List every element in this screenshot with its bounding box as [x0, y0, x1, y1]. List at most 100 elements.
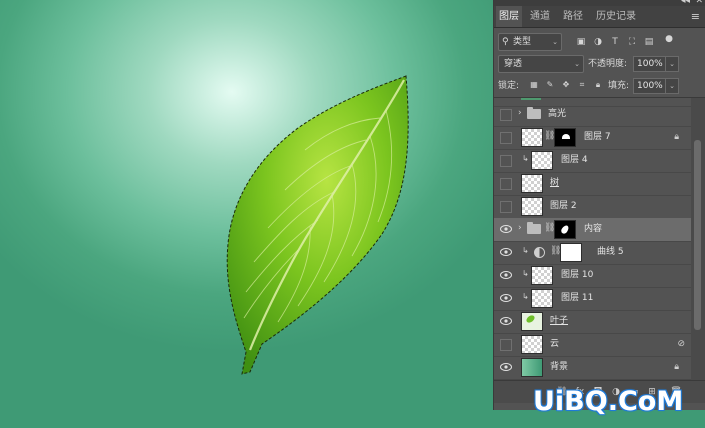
smart-object-thumbnail [521, 335, 543, 354]
tab-channels[interactable]: 通道 [527, 6, 553, 27]
layers-panel: ◂◂ ✕ 图层 通道 路径 历史记录 ≡ ⚲ 类型 ⌄ ▣ ◑ T ⛶ ▤ ● … [493, 0, 705, 410]
adjustment-filter-icon[interactable]: ◑ [593, 37, 603, 47]
smart-object-filter-icon[interactable]: ▤ [644, 37, 654, 47]
leaf-image [226, 75, 409, 375]
type-filter-icon[interactable]: T [610, 37, 620, 47]
eye-icon[interactable] [500, 247, 512, 257]
layer-name: 图层 10 [561, 270, 594, 280]
layer-name: 图层 4 [561, 155, 588, 165]
blend-row: 穿透 ⌄ 不透明度: 100% ⌄ [494, 54, 705, 74]
opacity-label: 不透明度: [588, 59, 628, 69]
lock-label: 锁定: [498, 81, 520, 91]
smart-object-thumbnail [521, 312, 543, 331]
layer-name: 树 [550, 178, 560, 188]
lock-pixels-icon[interactable]: ✎ [545, 80, 555, 90]
filter-row: ⚲ 类型 ⌄ ▣ ◑ T ⛶ ▤ ● [494, 32, 705, 52]
clipping-icon: ↳ [522, 269, 529, 278]
layer-row-content[interactable]: › ⛓ 内容 [494, 218, 691, 242]
lock-icon: 🔒︎ [674, 132, 679, 142]
visibility-toggle[interactable] [500, 178, 512, 190]
opacity-chevron-icon[interactable]: ⌄ [665, 56, 679, 72]
tab-history[interactable]: 历史记录 [593, 6, 639, 27]
lock-row: 锁定: ▦ ✎ ✥ ⌗ 🔒︎ 填充: 100% ⌄ [494, 76, 705, 96]
chevron-down-icon: ⌄ [574, 60, 580, 68]
layer-thumbnail [521, 197, 543, 216]
visibility-toggle[interactable] [500, 132, 512, 144]
clipping-icon: ↳ [522, 246, 529, 255]
layer-mask-thumbnail[interactable] [560, 243, 582, 262]
clipping-icon: ↳ [522, 292, 529, 301]
layer-thumbnail [521, 128, 543, 147]
layer-row-leaf[interactable]: 叶子 [494, 310, 691, 334]
layer-row-layer2[interactable]: 图层 2 [494, 195, 691, 219]
layer-row-curves5[interactable]: ↳ ⛓ 曲线 5 [494, 241, 691, 265]
layer-thumbnail [531, 289, 553, 308]
clipping-icon: ↳ [522, 154, 529, 163]
watermark: UiBQ.CoM [533, 386, 684, 417]
layer-thumbnail [531, 266, 553, 285]
folder-icon [527, 107, 541, 119]
eye-icon[interactable] [500, 362, 512, 372]
chevron-down-icon: ⌄ [552, 38, 558, 46]
lock-icon: 🔒︎ [674, 362, 679, 372]
layer-name: 叶子 [550, 316, 569, 326]
opacity-input[interactable]: 100% [633, 56, 667, 72]
layer-thumbnail [521, 98, 541, 100]
layer-thumbnail [521, 358, 543, 377]
filter-toggle-icon[interactable]: ● [664, 34, 674, 44]
fill-input[interactable]: 100% [633, 78, 667, 94]
visibility-toggle[interactable] [500, 201, 512, 213]
layer-row-layer7[interactable]: ⛓ 图层 7 🔒︎ [494, 126, 691, 150]
filter-kind-label: 类型 [513, 37, 532, 47]
shape-filter-icon[interactable]: ⛶ [627, 37, 637, 47]
layer-row-tree[interactable]: 树 [494, 172, 691, 196]
fill-chevron-icon[interactable]: ⌄ [665, 78, 679, 94]
lock-position-icon[interactable]: ✥ [561, 80, 571, 90]
blend-mode-select[interactable]: 穿透 ⌄ [498, 55, 584, 73]
panel-menu-icon[interactable]: ≡ [691, 10, 700, 23]
layer-name: 图层 11 [561, 293, 594, 303]
smart-object-thumbnail [521, 174, 543, 193]
layer-row-layer11[interactable]: ↳ 图层 11 [494, 287, 691, 311]
layer-row-layer10[interactable]: ↳ 图层 10 [494, 264, 691, 288]
scrollbar-thumb[interactable] [694, 140, 701, 330]
layer-row-cloud[interactable]: 云 ⊘ [494, 333, 691, 357]
layer-name: 背景 [550, 362, 569, 372]
pixel-filter-icon[interactable]: ▣ [576, 37, 586, 47]
layer-row-background[interactable]: 背景 🔒︎ [494, 356, 691, 380]
visibility-toggle[interactable] [500, 339, 512, 351]
leaf-shape [226, 75, 409, 375]
layer-name: 云 [550, 339, 560, 349]
visibility-toggle[interactable] [500, 155, 512, 167]
eye-icon[interactable] [500, 293, 512, 303]
layer-name: 内容 [584, 224, 603, 234]
eye-icon[interactable] [500, 224, 512, 234]
lock-all-icon[interactable]: 🔒︎ [593, 80, 603, 90]
tab-paths[interactable]: 路径 [560, 6, 586, 27]
chevron-right-icon[interactable]: › [518, 223, 522, 233]
layers-list: › 高光 ⛓ 图层 7 🔒︎ ↳ 图层 4 树 图层 2 › ⛓ 内容 ↳ ⛓ … [494, 98, 691, 380]
layer-name: 图层 2 [550, 201, 577, 211]
layer-row-layer4[interactable]: ↳ 图层 4 [494, 149, 691, 173]
lock-artboard-icon[interactable]: ⌗ [577, 80, 587, 90]
layer-thumbnail [531, 151, 553, 170]
layer-mask-thumbnail[interactable] [554, 220, 576, 239]
panel-tabs: 图层 通道 路径 历史记录 ≡ [494, 6, 705, 28]
lock-transparent-icon[interactable]: ▦ [529, 80, 539, 90]
link-icon: ⊘ [677, 339, 685, 349]
adjustment-layer-icon [534, 247, 545, 258]
layer-mask-thumbnail[interactable] [554, 128, 576, 147]
visibility-toggle[interactable] [500, 109, 512, 121]
fill-label: 填充: [608, 81, 630, 91]
blend-mode-label: 穿透 [504, 59, 523, 69]
layer-name: 图层 7 [584, 132, 611, 142]
layer-name: 曲线 5 [597, 247, 624, 257]
chevron-right-icon[interactable]: › [518, 108, 522, 118]
layer-name: 高光 [548, 109, 567, 119]
layer-row-highlight[interactable]: › 高光 [494, 103, 691, 127]
filter-kind-select[interactable]: ⚲ 类型 ⌄ [498, 33, 562, 51]
eye-icon[interactable] [500, 270, 512, 280]
folder-icon [527, 222, 541, 234]
tab-layers[interactable]: 图层 [496, 6, 522, 27]
eye-icon[interactable] [500, 316, 512, 326]
